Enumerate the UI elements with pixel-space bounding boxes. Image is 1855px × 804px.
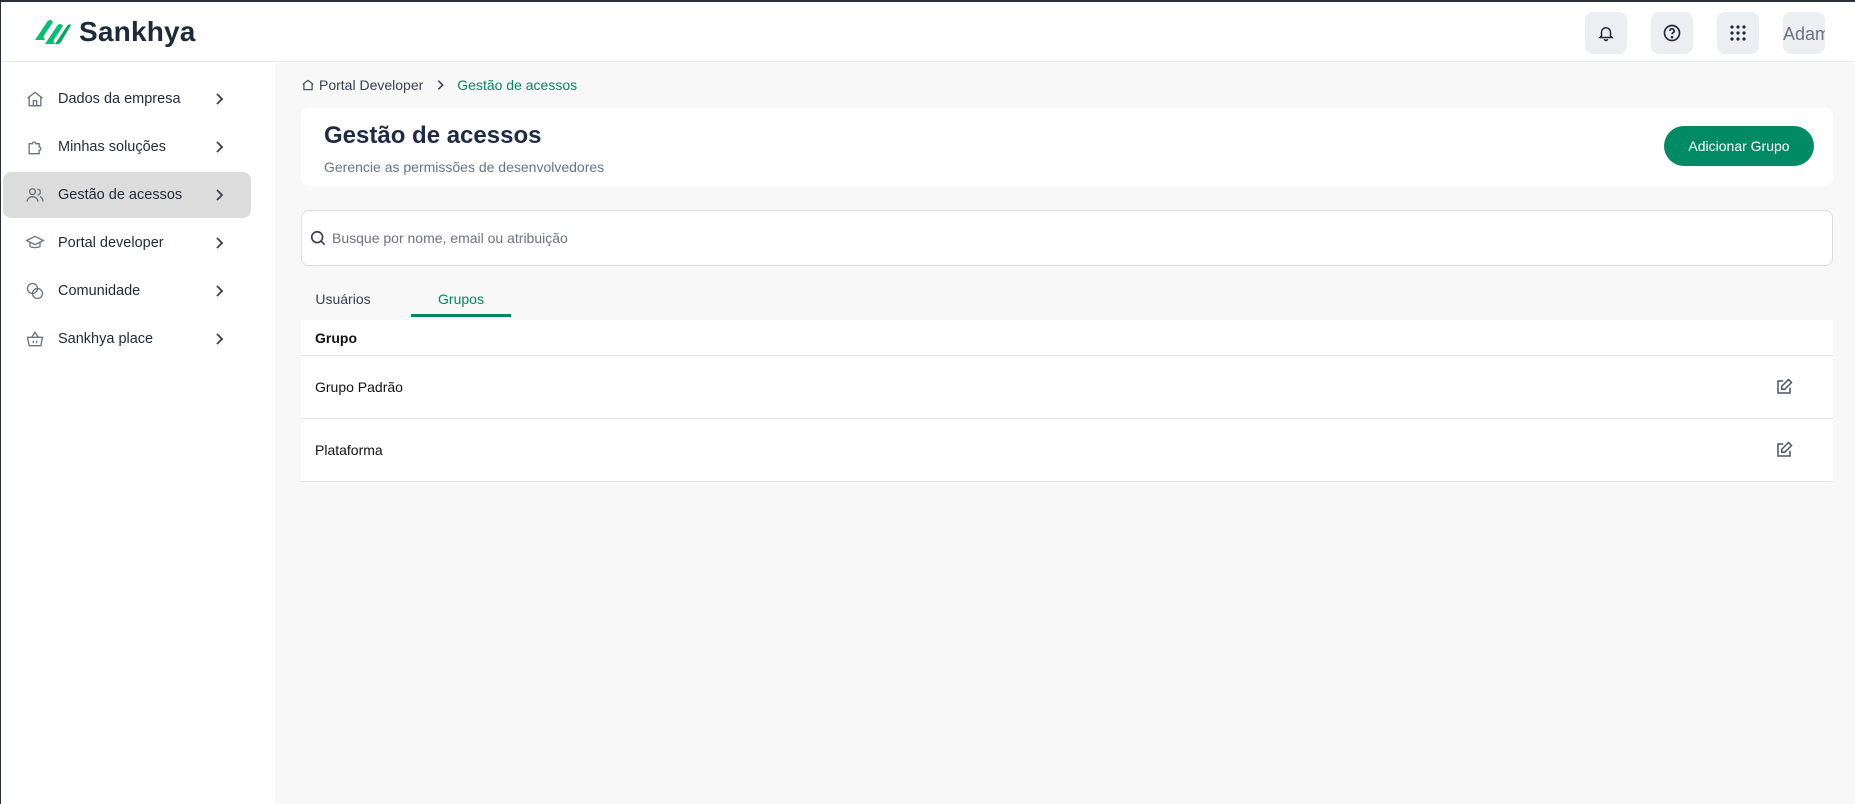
notifications-button[interactable] (1585, 12, 1627, 54)
page-title: Gestão de acessos (324, 122, 542, 149)
chevron-right-icon (216, 93, 224, 105)
add-group-button[interactable]: Adicionar Grupo (1664, 126, 1814, 166)
avatar-alt-text: Adam (1783, 24, 1825, 44)
tab-usuarios[interactable]: Usuários (301, 285, 385, 317)
sidebar: Dados da empresa Minhas soluções Gestão … (1, 63, 275, 804)
tab-grupos[interactable]: Grupos (411, 285, 511, 317)
sidebar-item-label: Sankhya place (58, 331, 154, 347)
help-button[interactable] (1651, 12, 1693, 54)
help-icon (1663, 24, 1681, 42)
home-icon (302, 79, 314, 91)
sidebar-item-sankhya-place[interactable]: Sankhya place (3, 316, 251, 362)
chevron-right-icon (216, 141, 224, 153)
table-row: Grupo Padrão (301, 356, 1833, 419)
groups-table: Grupo Grupo Padrão Plataforma (301, 320, 1833, 482)
chevron-right-icon (437, 80, 445, 90)
sidebar-item-label: Dados da empresa (58, 91, 181, 107)
group-name: Plataforma (315, 442, 383, 458)
breadcrumb: Portal Developer Gestão de acessos (301, 77, 577, 93)
brand-name: Sankhya (79, 16, 196, 47)
search-icon (310, 230, 326, 246)
avatar[interactable]: Adam (1783, 12, 1825, 54)
sankhya-logo-icon (35, 20, 71, 45)
tabs: Usuários Grupos (301, 285, 601, 317)
page-subtitle: Gerencie as permissões de desenvolvedore… (324, 159, 605, 175)
bell-icon (1598, 27, 1614, 42)
sidebar-item-label: Portal developer (58, 235, 164, 251)
search-box (301, 210, 1833, 266)
top-bar: Sankhya Adam (1, 2, 1855, 62)
main-content: Portal Developer Gestão de acessos Gestã… (275, 63, 1855, 804)
chevron-right-icon (216, 333, 224, 345)
sidebar-item-portal-developer[interactable]: Portal developer (3, 220, 251, 266)
breadcrumb-current: Gestão de acessos (457, 77, 578, 93)
column-header-grupo: Grupo (301, 320, 1833, 356)
sankhya-logo[interactable]: Sankhya (29, 14, 196, 50)
breadcrumb-link-portal-developer[interactable]: Portal Developer (319, 77, 423, 93)
chevron-right-icon (216, 237, 224, 249)
home-icon (27, 91, 43, 107)
basket-icon (26, 331, 44, 347)
edit-icon[interactable] (1775, 441, 1793, 459)
graduation-cap-icon (25, 235, 45, 249)
group-name: Grupo Padrão (315, 379, 403, 395)
chevron-right-icon (216, 285, 224, 297)
sidebar-item-label: Comunidade (58, 283, 141, 299)
puzzle-icon (28, 141, 42, 155)
sidebar-item-label: Minhas soluções (58, 139, 166, 155)
sidebar-item-minhas-solucoes[interactable]: Minhas soluções (3, 124, 251, 170)
apps-grid-icon (1730, 25, 1746, 41)
table-row: Plataforma (301, 419, 1833, 482)
edit-icon[interactable] (1775, 378, 1793, 396)
users-icon (26, 188, 44, 202)
chevron-right-icon (216, 189, 224, 201)
chat-bubbles-icon (26, 282, 44, 300)
sidebar-item-dados-da-empresa[interactable]: Dados da empresa (3, 76, 251, 122)
sidebar-item-gestao-de-acessos[interactable]: Gestão de acessos (3, 172, 251, 218)
page-header-card: Gestão de acessos Gerencie as permissões… (301, 108, 1833, 186)
sidebar-item-label: Gestão de acessos (58, 187, 183, 203)
apps-button[interactable] (1717, 12, 1759, 54)
search-input[interactable] (332, 221, 1812, 255)
sidebar-item-comunidade[interactable]: Comunidade (3, 268, 251, 314)
